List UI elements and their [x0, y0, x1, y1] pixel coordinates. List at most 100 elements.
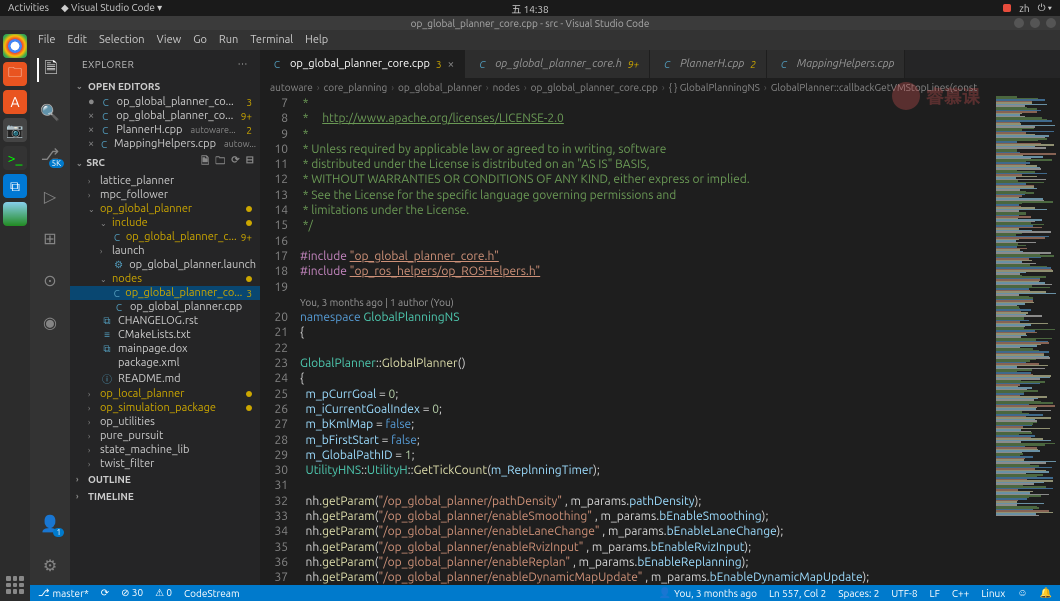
remote-icon[interactable]: ⊙	[38, 268, 62, 292]
folder-item[interactable]: ›op_utilities	[70, 415, 260, 429]
settings-icon[interactable]: ⚙	[38, 553, 62, 577]
new-file-icon[interactable]: 🗎	[201, 154, 209, 171]
vscode-window: File Edit Selection View Go Run Terminal Help 🗎…	[30, 30, 1060, 585]
system-menu[interactable]: ⏻ ▾	[1038, 2, 1052, 14]
minimize-button[interactable]	[1014, 18, 1024, 28]
account-icon[interactable]: 👤1	[38, 511, 62, 535]
file-item[interactable]: ⧉CHANGELOG.rst	[70, 314, 260, 328]
feedback-icon[interactable]: ☺	[1017, 587, 1027, 599]
close-tab-icon: ×	[448, 58, 455, 71]
search-icon[interactable]: 🔍	[38, 100, 62, 124]
new-folder-icon[interactable]: 🗀	[215, 154, 225, 171]
folder-item[interactable]: ›op_simulation_package	[70, 401, 260, 415]
encoding-status[interactable]: UTF-8	[891, 588, 917, 599]
folder-item[interactable]: ⌄nodes	[70, 272, 260, 286]
folder-item[interactable]: ⌄op_global_planner	[70, 202, 260, 216]
refresh-icon[interactable]: ⟳	[231, 154, 239, 171]
indent-status[interactable]: Spaces: 2	[838, 588, 879, 599]
screenshot-icon[interactable]: 📷	[3, 118, 27, 142]
editor-tab[interactable]: Cop_global_planner_core.cpp3×	[260, 50, 465, 78]
os-top-bar: Activities ◆ Visual Studio Code ▾ 五 14:3…	[0, 0, 1060, 16]
status-bar: ⎇ master* ⟳ ⊘ 30 ⚠ 0 CodeStream 👤 You, 3…	[30, 585, 1060, 601]
codestream-icon[interactable]: ◉	[38, 310, 62, 334]
folder-item[interactable]: ›twist_filter	[70, 457, 260, 471]
menu-bar: File Edit Selection View Go Run Terminal Help	[30, 30, 1060, 50]
os-status[interactable]: Linux	[981, 588, 1005, 599]
run-debug-icon[interactable]: ▷	[38, 184, 62, 208]
apps-button[interactable]	[3, 573, 27, 597]
menu-view[interactable]: View	[157, 34, 182, 46]
activities-button[interactable]: Activities	[8, 2, 49, 14]
menu-edit[interactable]: Edit	[67, 34, 87, 46]
vscode-icon[interactable]: ⧉	[3, 174, 27, 198]
clock[interactable]: 五 14:38	[511, 1, 548, 16]
folder-header[interactable]: ⌄ SRC 🗎 🗀 ⟳ ⊟	[70, 151, 260, 174]
file-item[interactable]: ⓘREADME.md	[70, 370, 260, 387]
close-window-button[interactable]	[1046, 18, 1056, 28]
folder-item[interactable]: ›mpc_follower	[70, 188, 260, 202]
image-icon[interactable]	[3, 202, 27, 226]
notifications-icon[interactable]: 🔔	[1040, 587, 1052, 599]
software-icon[interactable]: A	[3, 90, 27, 114]
timeline-header[interactable]: ›TIMELINE	[70, 488, 260, 505]
extensions-icon[interactable]: ⊞	[38, 226, 62, 250]
menu-terminal[interactable]: Terminal	[250, 34, 293, 46]
file-item[interactable]: ≡CMakeLists.txt	[70, 328, 260, 342]
open-editor-item[interactable]: × Cop_global_planner_co...9+	[70, 109, 260, 123]
language-status[interactable]: C++	[952, 588, 969, 599]
codestream-status[interactable]: CodeStream	[184, 588, 240, 599]
app-indicator[interactable]: ◆ Visual Studio Code ▾	[61, 2, 162, 14]
open-editor-item[interactable]: × CPlannerH.cppautoware...2	[70, 123, 260, 137]
code-editor[interactable]: 7891011121314151617181920212223242526272…	[260, 96, 1060, 585]
record-icon[interactable]	[1003, 4, 1011, 12]
editor-tab[interactable]: Cop_global_planner_core.h9+	[465, 50, 650, 78]
folder-item[interactable]: ⌄include	[70, 216, 260, 230]
folder-item[interactable]: ›lattice_planner	[70, 174, 260, 188]
menu-selection[interactable]: Selection	[99, 34, 145, 46]
folder-item[interactable]: ›pure_pursuit	[70, 429, 260, 443]
folder-item[interactable]: ›op_local_planner	[70, 387, 260, 401]
files-icon[interactable]: 🗀	[3, 62, 27, 86]
open-editor-item[interactable]: × CMappingHelpers.cppautow...	[70, 137, 260, 151]
ime-indicator[interactable]: zh	[1019, 3, 1029, 14]
source-control-icon[interactable]: ⎇5K	[38, 142, 62, 166]
terminal-icon[interactable]: >_	[3, 146, 27, 170]
file-item[interactable]: package.xml	[70, 356, 260, 370]
eol-status[interactable]: LF	[930, 588, 940, 599]
warnings-indicator[interactable]: ⚠ 0	[155, 587, 172, 599]
folder-item[interactable]: ›state_machine_lib	[70, 443, 260, 457]
branch-indicator[interactable]: ⎇ master*	[38, 587, 89, 599]
open-editor-item[interactable]: ● Cop_global_planner_co...3	[70, 95, 260, 109]
minimap[interactable]	[992, 96, 1060, 585]
activity-bar: 🗎 🔍 ⎇5K ▷ ⊞ ⊙ ◉ 👤1 ⚙	[30, 50, 70, 585]
errors-indicator[interactable]: ⊘ 30	[121, 587, 143, 599]
git-blame[interactable]: 👤 You, 3 months ago	[659, 587, 757, 599]
folder-item[interactable]: ›launch	[70, 244, 260, 258]
outline-header[interactable]: ›OUTLINE	[70, 471, 260, 488]
sync-button[interactable]: ⟳	[101, 587, 109, 599]
menu-go[interactable]: Go	[193, 34, 207, 46]
editor-tab[interactable]: CPlannerH.cpp2	[650, 50, 767, 78]
window-title: op_global_planner_core.cpp - src - Visua…	[411, 18, 650, 29]
editor-area: Cop_global_planner_core.cpp3×Cop_global_…	[260, 50, 1060, 585]
explorer-icon[interactable]: 🗎	[37, 58, 61, 82]
editor-tab[interactable]: CMappingHelpers.cpp	[767, 50, 906, 78]
file-item[interactable]: Cop_global_planner_c...9+	[70, 230, 260, 244]
file-item[interactable]: Cop_global_planner_co...3	[70, 286, 260, 300]
breadcrumb[interactable]: autoware›core_planning›op_global_planner…	[260, 78, 1060, 96]
file-item[interactable]: ⚙op_global_planner.launch	[70, 258, 260, 272]
menu-help[interactable]: Help	[305, 34, 328, 46]
dock: 🗀 A 📷 >_ ⧉	[0, 30, 30, 601]
chrome-icon[interactable]	[3, 34, 27, 58]
window-title-bar: op_global_planner_core.cpp - src - Visua…	[0, 16, 1060, 30]
maximize-button[interactable]	[1030, 18, 1040, 28]
menu-file[interactable]: File	[38, 34, 55, 46]
tab-bar: Cop_global_planner_core.cpp3×Cop_global_…	[260, 50, 1060, 78]
more-icon[interactable]: ⋯	[238, 58, 249, 70]
menu-run[interactable]: Run	[219, 34, 238, 46]
open-editors-header[interactable]: ⌄OPEN EDITORS	[70, 78, 260, 95]
collapse-icon[interactable]: ⊟	[246, 154, 254, 171]
cursor-position[interactable]: Ln 557, Col 2	[769, 588, 826, 599]
file-item[interactable]: Cop_global_planner.cpp	[70, 300, 260, 314]
file-item[interactable]: ⧉mainpage.dox	[70, 342, 260, 356]
